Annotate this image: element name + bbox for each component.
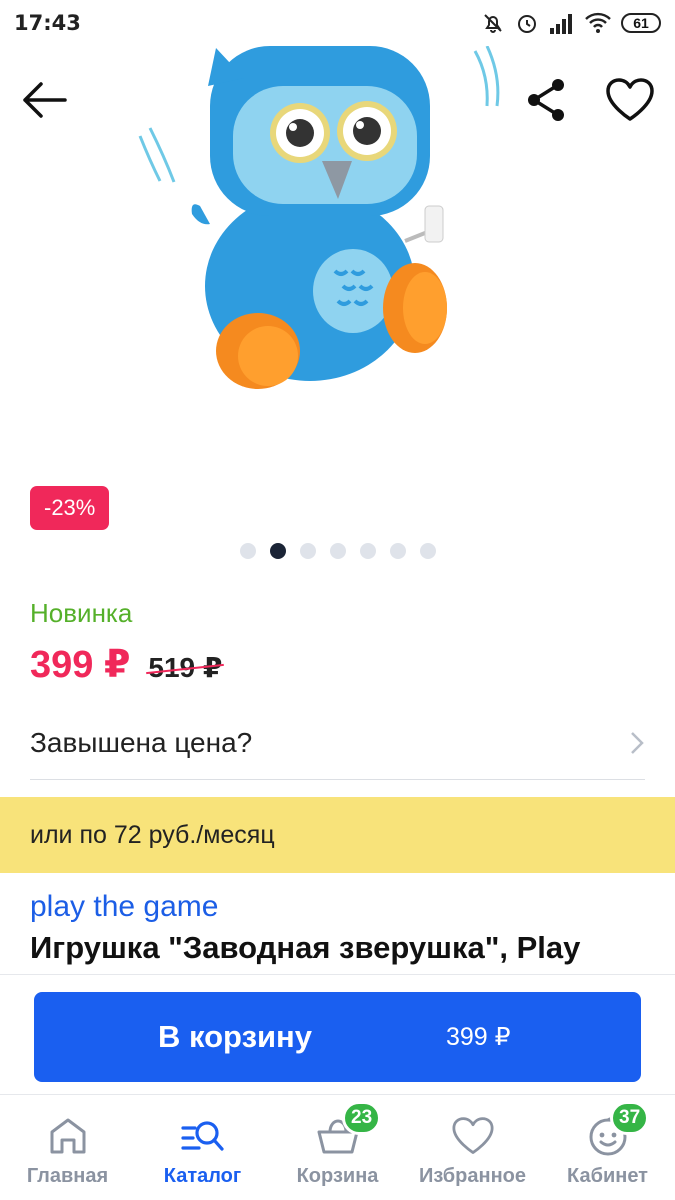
status-icons: 61 bbox=[481, 11, 661, 35]
alarm-icon bbox=[518, 15, 536, 33]
pagination-dot[interactable] bbox=[239, 543, 256, 559]
pagination-dot[interactable] bbox=[419, 543, 436, 559]
overprice-question: Завышена цена? bbox=[30, 726, 253, 758]
old-price: 519 ₽ bbox=[148, 652, 223, 683]
catalog-search-icon bbox=[180, 1115, 225, 1157]
nav-catalog[interactable]: Каталог bbox=[135, 1095, 270, 1200]
heart-outline-icon bbox=[606, 78, 654, 121]
nav-favorites-label: Избранное bbox=[418, 1165, 526, 1187]
current-price: 399 ₽ bbox=[30, 644, 131, 686]
new-label: Новинка bbox=[30, 598, 133, 628]
discount-badge: -23% bbox=[30, 486, 110, 530]
product-title: Игрушка "Заводная зверушка", Play bbox=[30, 930, 581, 965]
nav-catalog-label: Каталог bbox=[163, 1165, 242, 1187]
pagination-dot[interactable] bbox=[359, 543, 376, 559]
share-icon bbox=[528, 79, 564, 121]
brand-link[interactable]: play the game bbox=[30, 890, 218, 924]
share-button[interactable] bbox=[516, 70, 576, 130]
nav-cart-label: Корзина bbox=[296, 1165, 379, 1187]
signal-icon bbox=[550, 14, 572, 34]
pagination-dot[interactable] bbox=[299, 543, 316, 559]
wifi-icon bbox=[585, 12, 611, 33]
mute-bell-icon bbox=[484, 14, 502, 33]
nav-favorites[interactable]: Избранное bbox=[405, 1095, 540, 1200]
favorite-button[interactable] bbox=[600, 70, 660, 130]
heart-icon bbox=[451, 1115, 495, 1157]
home-icon bbox=[48, 1115, 88, 1157]
add-to-cart-price: 399 ₽ bbox=[446, 1023, 511, 1051]
pagination-dot[interactable] bbox=[329, 543, 346, 559]
nav-home-label: Главная bbox=[26, 1165, 109, 1187]
add-to-cart-button[interactable]: В корзину 399 ₽ bbox=[34, 992, 641, 1082]
price-row: 399 ₽ 519 ₽ bbox=[30, 642, 222, 687]
arrow-left-icon bbox=[23, 82, 67, 118]
overprice-report-row[interactable]: Завышена цена? bbox=[30, 706, 645, 780]
cart-count-badge: 23 bbox=[342, 1101, 382, 1135]
installment-banner[interactable]: или по 72 руб./месяц bbox=[0, 797, 675, 873]
product-image-carousel[interactable] bbox=[0, 46, 675, 516]
status-bar: 17:43 61 bbox=[0, 0, 675, 46]
account-notification-badge: 37 bbox=[610, 1101, 650, 1135]
image-pagination[interactable] bbox=[0, 543, 675, 559]
back-button[interactable] bbox=[14, 70, 74, 130]
nav-home[interactable]: Главная bbox=[0, 1095, 135, 1200]
battery-indicator: 61 bbox=[621, 13, 661, 33]
add-to-cart-label: В корзину bbox=[158, 1019, 313, 1054]
nav-account-label: Кабинет bbox=[567, 1165, 648, 1187]
cart-area: В корзину 399 ₽ bbox=[0, 974, 675, 1094]
nav-account[interactable]: Кабинет 37 bbox=[540, 1095, 675, 1200]
bottom-nav: Главная Каталог Корзина 23 Избранное Каб… bbox=[0, 1094, 675, 1200]
status-time: 17:43 bbox=[14, 11, 81, 35]
chevron-right-icon bbox=[631, 731, 644, 754]
pagination-dot[interactable] bbox=[389, 543, 406, 559]
pagination-dot-active[interactable] bbox=[269, 543, 286, 559]
nav-cart[interactable]: Корзина 23 bbox=[270, 1095, 405, 1200]
